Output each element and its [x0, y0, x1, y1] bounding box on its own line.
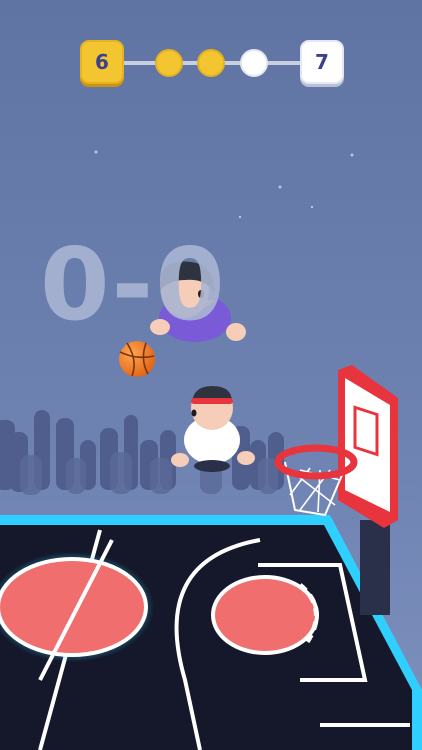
- game-stage[interactable]: 0-0 6 7: [0, 0, 422, 750]
- stage-dot-pending: [240, 49, 268, 77]
- basketball-icon: [119, 341, 155, 377]
- stage-dot-completed: [197, 49, 225, 77]
- stage-dot-completed: [155, 49, 183, 77]
- next-level-badge: 7: [300, 40, 344, 84]
- game-scene: [0, 0, 422, 750]
- score-display: 0-0: [40, 226, 227, 343]
- current-level-badge: 6: [80, 40, 124, 84]
- level-progress: 6 7: [80, 40, 344, 86]
